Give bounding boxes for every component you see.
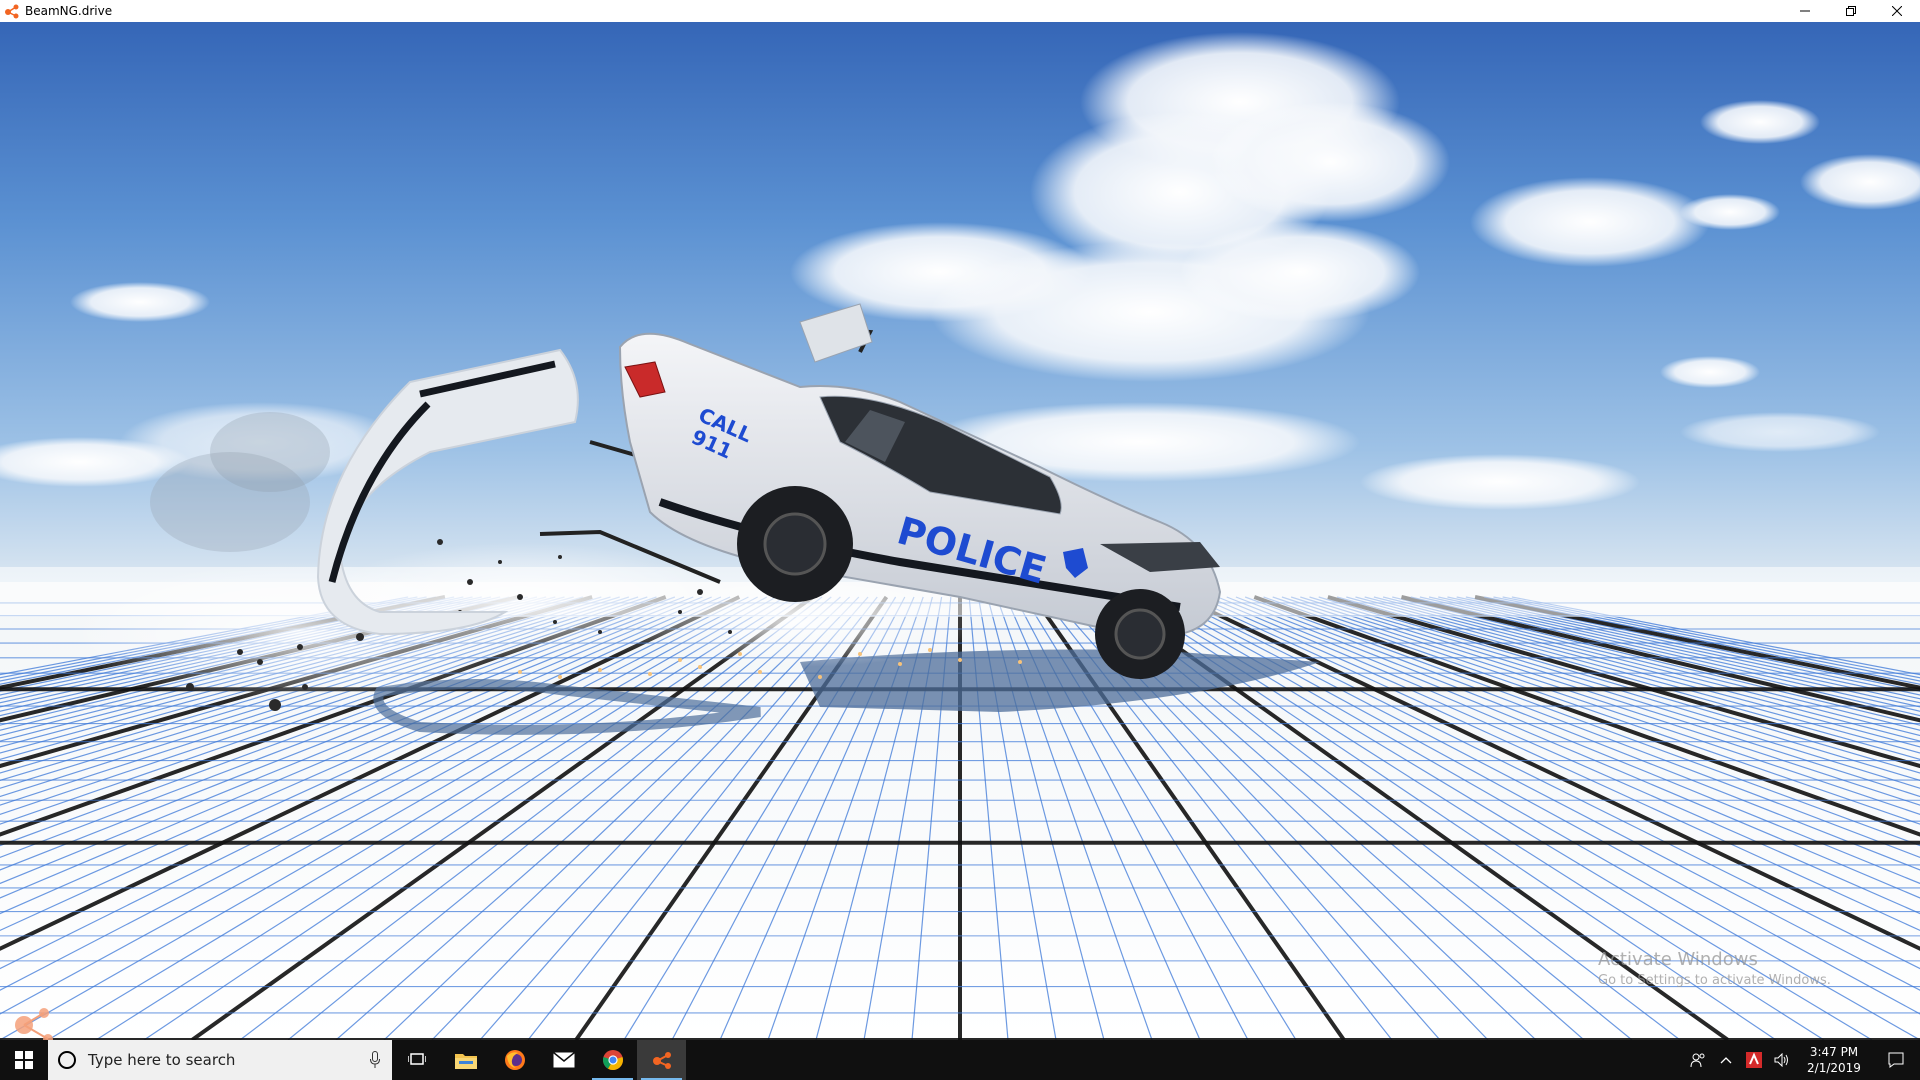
restore-button[interactable] bbox=[1828, 0, 1874, 22]
close-button[interactable] bbox=[1874, 0, 1920, 22]
beamng-logo-icon bbox=[15, 1008, 53, 1040]
volume-button[interactable] bbox=[1770, 1040, 1794, 1080]
clock-time: 3:47 PM bbox=[1809, 1045, 1859, 1059]
window-title: BeamNG.drive bbox=[25, 4, 113, 18]
task-view-button[interactable] bbox=[392, 1040, 441, 1080]
microphone-icon[interactable] bbox=[370, 1051, 380, 1069]
beamng-icon bbox=[652, 1052, 671, 1069]
notification-icon bbox=[1888, 1052, 1904, 1068]
chrome-button[interactable] bbox=[588, 1040, 637, 1080]
folder-icon bbox=[454, 1054, 477, 1069]
system-tray: 3:47 PM 2/1/2019 bbox=[1684, 1040, 1920, 1080]
chrome-icon bbox=[602, 1050, 623, 1071]
people-icon bbox=[1690, 1053, 1705, 1068]
antivirus-tray-button[interactable] bbox=[1742, 1040, 1766, 1080]
rear-wheel bbox=[737, 486, 853, 602]
mail-icon bbox=[552, 1052, 575, 1068]
front-wheel bbox=[1095, 589, 1185, 679]
minimize-button[interactable] bbox=[1782, 0, 1828, 22]
people-button[interactable] bbox=[1686, 1040, 1710, 1080]
taskbar-search[interactable]: Type here to search bbox=[48, 1040, 392, 1080]
cortana-icon bbox=[58, 1051, 76, 1069]
window-controls bbox=[1782, 0, 1920, 22]
chevron-up-icon bbox=[1720, 1057, 1732, 1064]
start-button[interactable] bbox=[0, 1040, 48, 1080]
search-placeholder: Type here to search bbox=[88, 1051, 236, 1069]
title-bar: BeamNG.drive bbox=[0, 0, 1920, 22]
task-view-icon bbox=[407, 1053, 426, 1065]
beamng-taskbar-button[interactable] bbox=[637, 1040, 686, 1080]
taskbar: Type here to search 3:47 PM 2/1/2019 bbox=[0, 1040, 1920, 1080]
close-icon bbox=[1892, 6, 1902, 16]
mail-button[interactable] bbox=[539, 1040, 588, 1080]
clock-date: 2/1/2019 bbox=[1807, 1061, 1861, 1075]
game-scene: POLICE CALL 911 bbox=[0, 22, 1920, 1040]
activation-watermark: Activate Windows Go to Settings to activ… bbox=[1598, 949, 1831, 988]
watermark-subtitle: Go to Settings to activate Windows. bbox=[1598, 973, 1831, 988]
antivirus-icon bbox=[1746, 1052, 1762, 1068]
show-hidden-icons-button[interactable] bbox=[1714, 1040, 1738, 1080]
restore-icon bbox=[1846, 6, 1856, 16]
watermark-title: Activate Windows bbox=[1598, 949, 1758, 970]
minimize-icon bbox=[1800, 10, 1810, 12]
game-viewport[interactable]: POLICE CALL 911 Activate Windows Go to S… bbox=[0, 22, 1920, 1040]
firefox-button[interactable] bbox=[490, 1040, 539, 1080]
firefox-icon bbox=[504, 1050, 525, 1070]
taskbar-clock[interactable]: 3:47 PM 2/1/2019 bbox=[1796, 1044, 1872, 1076]
file-explorer-button[interactable] bbox=[441, 1040, 490, 1080]
action-center-button[interactable] bbox=[1872, 1040, 1920, 1080]
beamng-app-icon bbox=[5, 4, 19, 19]
speaker-icon bbox=[1774, 1053, 1788, 1067]
windows-logo-icon bbox=[15, 1051, 33, 1069]
